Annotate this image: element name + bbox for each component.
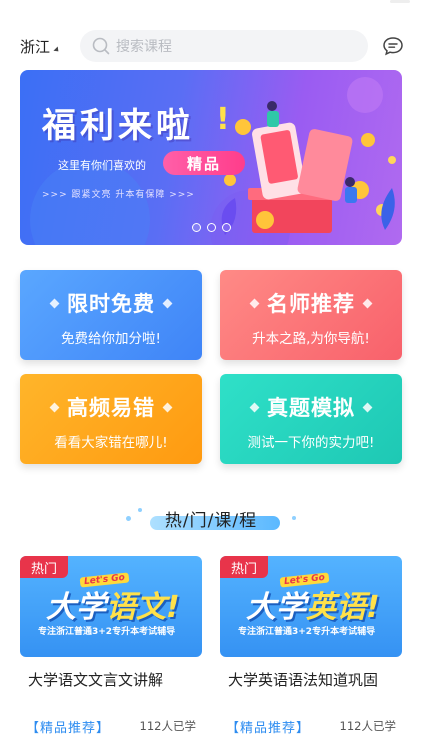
cover-title: 大学英语! [246, 590, 380, 625]
section-title: 热/门/课/程 [164, 511, 258, 531]
learner-count: 112人已学 [339, 719, 396, 733]
hot-badge: 热门 [220, 556, 268, 578]
carousel-indicator [192, 223, 231, 232]
course-cover: 热门 Let's Go 大学语文! 专注浙江普通3+2专升本考试辅导 [20, 556, 202, 657]
feature-title: 名师推荐 [220, 288, 402, 318]
cover-tagline: 专注浙江普通3+2专升本考试辅导 [38, 627, 176, 637]
feature-title: 高频易错 [20, 392, 202, 422]
message-icon[interactable] [382, 36, 404, 56]
banner-title: 福利来啦 [42, 106, 194, 146]
course-card-english[interactable]: 热门 Let's Go 大学英语! 专注浙江普通3+2专升本考试辅导 大学英语语… [220, 556, 402, 750]
search-icon [92, 37, 110, 55]
feature-subtitle: 测试一下你的实力吧! [247, 435, 375, 451]
search-input[interactable]: 搜索课程 [80, 30, 368, 62]
feature-teacher-recommend[interactable]: 名师推荐 升本之路,为你导航! [220, 270, 402, 360]
status-indicator [390, 0, 410, 3]
banner-line1: 这里有你们喜欢的 [58, 159, 146, 172]
banner-exclaim: ! [216, 102, 230, 137]
feature-subtitle: 升本之路,为你导航! [252, 331, 370, 347]
recommend-tag: 【精品推荐】 [226, 721, 311, 736]
banner-line2: >>> 跟紧文亮 升本有保障 >>> [42, 190, 195, 200]
course-cover: 热门 Let's Go 大学英语! 专注浙江普通3+2专升本考试辅导 [220, 556, 402, 657]
course-name: 大学语文文言文讲解 [28, 671, 164, 689]
feature-title: 限时免费 [20, 288, 202, 318]
feature-limited-free[interactable]: 限时免费 免费给你加分啦! [20, 270, 202, 360]
region-label: 浙江 [20, 38, 51, 56]
recommend-tag: 【精品推荐】 [26, 721, 111, 736]
learner-count: 112人已学 [139, 719, 196, 733]
feature-subtitle: 免费给你加分啦! [61, 331, 161, 347]
feature-title: 真题模拟 [220, 392, 402, 422]
course-card-chinese[interactable]: 热门 Let's Go 大学语文! 专注浙江普通3+2专升本考试辅导 大学语文文… [20, 556, 202, 750]
cover-tagline: 专注浙江普通3+2专升本考试辅导 [238, 627, 376, 637]
feature-frequent-errors[interactable]: 高频易错 看看大家错在哪儿! [20, 374, 202, 464]
section-header: 热/门/课/程 [0, 498, 422, 538]
search-placeholder: 搜索课程 [116, 39, 172, 55]
banner-highlight-badge: 精品 [163, 151, 245, 175]
feature-subtitle: 看看大家错在哪儿! [54, 435, 168, 451]
feature-mock-exam[interactable]: 真题模拟 测试一下你的实力吧! [220, 374, 402, 464]
dropdown-arrow-icon [53, 45, 61, 54]
carousel-dot[interactable] [192, 223, 201, 232]
carousel-dot-active[interactable] [207, 223, 216, 232]
carousel-dot[interactable] [222, 223, 231, 232]
promo-banner[interactable]: 福利来啦 ! 这里有你们喜欢的 精品 >>> 跟紧文亮 升本有保障 >>> [20, 70, 402, 245]
course-name: 大学英语语法知道巩固 [228, 671, 379, 689]
region-selector[interactable]: 浙江 [20, 36, 61, 57]
hot-badge: 热门 [20, 556, 68, 578]
cover-title: 大学语文! [46, 590, 180, 625]
